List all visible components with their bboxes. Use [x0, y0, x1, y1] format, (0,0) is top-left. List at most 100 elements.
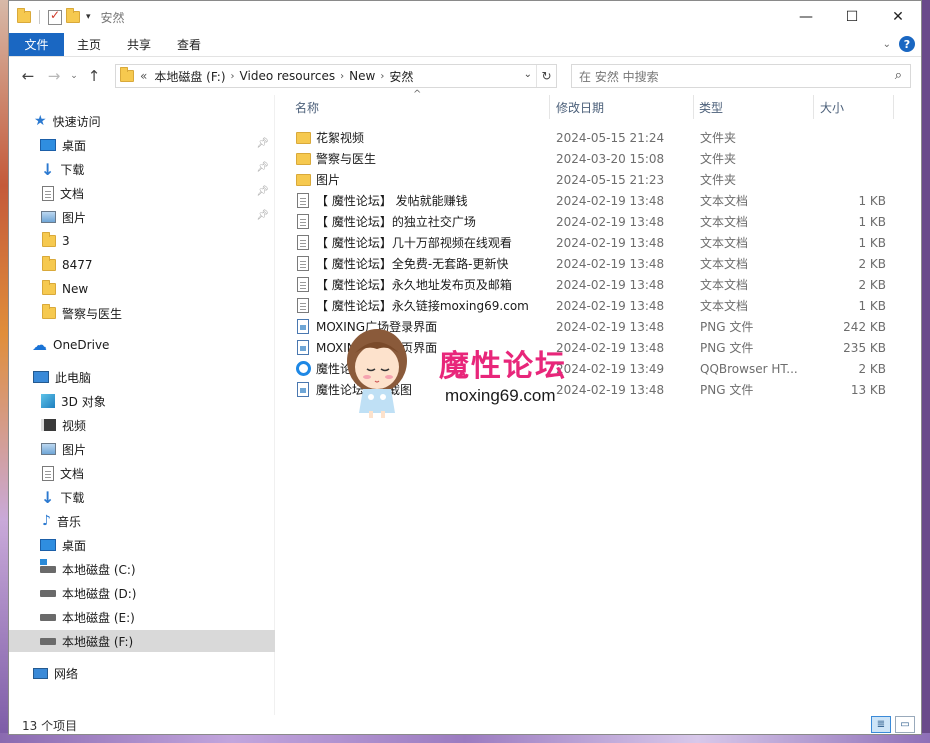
- recent-locations-chevron-icon[interactable]: ⌄: [67, 71, 81, 81]
- new-folder-icon[interactable]: [66, 8, 80, 23]
- close-button[interactable]: ✕: [875, 1, 921, 33]
- file-date: 2024-05-15 21:23: [556, 172, 665, 187]
- ribbon-right-controls: ⌄ ?: [883, 36, 915, 52]
- sidebar-item-documents[interactable]: 文档 📌︎: [9, 182, 275, 204]
- sidebar-item-folder-new[interactable]: New: [9, 278, 275, 300]
- details-view-icon[interactable]: ≣: [871, 716, 891, 733]
- sidebar-item-3d-objects[interactable]: 3D 对象: [9, 390, 275, 412]
- file-row[interactable]: 花絮视频 2024-05-15 21:24 文件夹: [289, 127, 889, 148]
- sidebar-item-drive-d[interactable]: 本地磁盘 (D:): [9, 582, 275, 604]
- cloud-icon: ☁: [32, 336, 47, 354]
- large-icons-view-icon[interactable]: ▭: [895, 716, 915, 733]
- column-header-size[interactable]: 大小: [820, 95, 844, 119]
- file-row[interactable]: 警察与医生 2024-03-20 15:08 文件夹: [289, 148, 889, 169]
- sidebar-item-label: 本地磁盘 (D:): [62, 586, 137, 601]
- file-row[interactable]: 【 魔性论坛】永久地址发布页及邮箱 2024-02-19 13:48 文本文档 …: [289, 274, 889, 295]
- tab-view[interactable]: 查看: [164, 33, 214, 56]
- navigation-pane[interactable]: ★ 快速访问 桌面 📌︎ ↓ 下载 📌︎ 文档 📌︎ 图片 📌︎ 3 8477 …: [9, 95, 275, 715]
- tab-home[interactable]: 主页: [64, 33, 114, 56]
- sidebar-item-label: 本地磁盘 (F:): [62, 634, 134, 649]
- file-type: PNG 文件: [700, 320, 754, 334]
- file-row[interactable]: 【 魔性论坛】几十万部视频在线观看 2024-02-19 13:48 文本文档 …: [289, 232, 889, 253]
- file-type: 文件夹: [700, 131, 737, 145]
- sidebar-item-quick-access[interactable]: ★ 快速访问: [9, 110, 275, 132]
- sidebar-item-pc-documents[interactable]: 文档: [9, 462, 275, 484]
- sidebar-item-onedrive[interactable]: ☁ OneDrive: [9, 334, 275, 356]
- sidebar-item-downloads[interactable]: ↓ 下载 📌︎: [9, 158, 275, 180]
- breadcrumb-video-resources[interactable]: Video resources: [240, 69, 336, 83]
- minimize-button[interactable]: —: [783, 1, 829, 33]
- sidebar-item-this-pc[interactable]: 此电脑: [9, 366, 275, 388]
- sidebar-item-music[interactable]: ♪ 音乐: [9, 510, 275, 532]
- sidebar-item-drive-f[interactable]: 本地磁盘 (F:): [9, 630, 275, 652]
- qqbrowser-icon: [296, 361, 311, 376]
- column-header-date[interactable]: 修改日期: [556, 95, 604, 119]
- sidebar-item-videos[interactable]: 视频: [9, 414, 275, 436]
- watermark-brand: 魔性论坛: [439, 349, 567, 384]
- address-bar[interactable]: « 本地磁盘 (F:) › Video resources › New › 安然…: [115, 64, 557, 88]
- file-date: 2024-02-19 13:48: [556, 193, 665, 208]
- refresh-icon[interactable]: ↻: [536, 65, 556, 87]
- text-file-icon: [297, 235, 309, 250]
- forward-arrow-icon[interactable]: →: [41, 67, 67, 85]
- sidebar-item-drive-c[interactable]: 本地磁盘 (C:): [9, 558, 275, 580]
- sidebar-item-pc-downloads[interactable]: ↓ 下载: [9, 486, 275, 508]
- title-bar: ▾ 安然 — ☐ ✕: [9, 1, 921, 33]
- sidebar-item-network[interactable]: 网络: [9, 662, 275, 684]
- search-input[interactable]: 在 安然 中搜索 ⌕: [571, 64, 911, 88]
- system-drive-icon: [40, 558, 56, 573]
- file-date: 2024-05-15 21:24: [556, 130, 665, 145]
- file-size: 235 KB: [843, 340, 886, 355]
- file-type: 文件夹: [700, 173, 737, 187]
- address-history-chevron-icon[interactable]: ⌄: [524, 69, 532, 80]
- sidebar-item-pc-pictures[interactable]: 图片: [9, 438, 275, 460]
- sidebar-item-desktop[interactable]: 桌面 📌︎: [9, 134, 275, 156]
- sidebar-item-label: 快速访问: [52, 114, 101, 129]
- breadcrumb-separator-icon[interactable]: ›: [231, 71, 235, 82]
- breadcrumb-current[interactable]: 安然: [389, 68, 413, 85]
- file-type: 文本文档: [700, 194, 749, 208]
- pin-icon: 📌︎: [256, 186, 269, 197]
- sidebar-item-label: 下载: [60, 162, 85, 177]
- file-row[interactable]: 图片 2024-05-15 21:23 文件夹: [289, 169, 889, 190]
- back-arrow-icon[interactable]: ←: [15, 67, 41, 85]
- view-switcher: ≣ ▭: [871, 716, 915, 733]
- column-divider[interactable]: [549, 95, 550, 119]
- file-row[interactable]: 【 魔性论坛】全免费-无套路-更新快 2024-02-19 13:48 文本文档…: [289, 253, 889, 274]
- sidebar-item-pc-desktop[interactable]: 桌面: [9, 534, 275, 556]
- sidebar-item-folder-police-doctor[interactable]: 警察与医生: [9, 302, 275, 324]
- file-row[interactable]: 【 魔性论坛】的独立社交广场 2024-02-19 13:48 文本文档 1 K…: [289, 211, 889, 232]
- column-header-type[interactable]: 类型: [699, 95, 723, 119]
- sidebar-item-drive-e[interactable]: 本地磁盘 (E:): [9, 606, 275, 628]
- download-icon: ↓: [41, 487, 55, 507]
- toolbar-separator: [39, 10, 40, 24]
- help-icon[interactable]: ?: [899, 36, 915, 52]
- maximize-button[interactable]: ☐: [829, 1, 875, 33]
- sidebar-item-pictures[interactable]: 图片 📌︎: [9, 206, 275, 228]
- up-arrow-icon[interactable]: ↑: [81, 67, 107, 85]
- customize-toolbar-chevron-icon[interactable]: ▾: [86, 12, 91, 22]
- column-header-name[interactable]: 名称: [295, 95, 319, 119]
- file-type: 文本文档: [700, 215, 749, 229]
- breadcrumb-new[interactable]: New: [349, 69, 375, 83]
- file-row[interactable]: 【 魔性论坛】永久链接moxing69.com 2024-02-19 13:48…: [289, 295, 889, 316]
- breadcrumb-drive[interactable]: 本地磁盘 (F:): [154, 68, 225, 85]
- breadcrumb-separator-icon[interactable]: ›: [340, 71, 344, 82]
- column-divider[interactable]: [693, 95, 694, 119]
- tab-share[interactable]: 共享: [114, 33, 164, 56]
- breadcrumb-overflow[interactable]: «: [140, 69, 147, 83]
- sidebar-item-folder-3[interactable]: 3: [9, 230, 275, 252]
- breadcrumb-separator-icon[interactable]: ›: [380, 71, 384, 82]
- sidebar-item-label: 桌面: [62, 138, 87, 153]
- tab-file[interactable]: 文件: [9, 33, 64, 56]
- sidebar-item-label: 文档: [60, 466, 85, 481]
- properties-icon[interactable]: [48, 8, 62, 25]
- column-divider[interactable]: [893, 95, 894, 119]
- file-row[interactable]: 【 魔性论坛】 发帖就能赚钱 2024-02-19 13:48 文本文档 1 K…: [289, 190, 889, 211]
- pin-icon: 📌︎: [256, 162, 269, 173]
- file-type: QQBrowser HT...: [700, 361, 798, 376]
- sidebar-item-folder-8477[interactable]: 8477: [9, 254, 275, 276]
- expand-ribbon-chevron-icon[interactable]: ⌄: [883, 39, 891, 50]
- column-divider[interactable]: [813, 95, 814, 119]
- mascot-girl-icon: [347, 329, 407, 418]
